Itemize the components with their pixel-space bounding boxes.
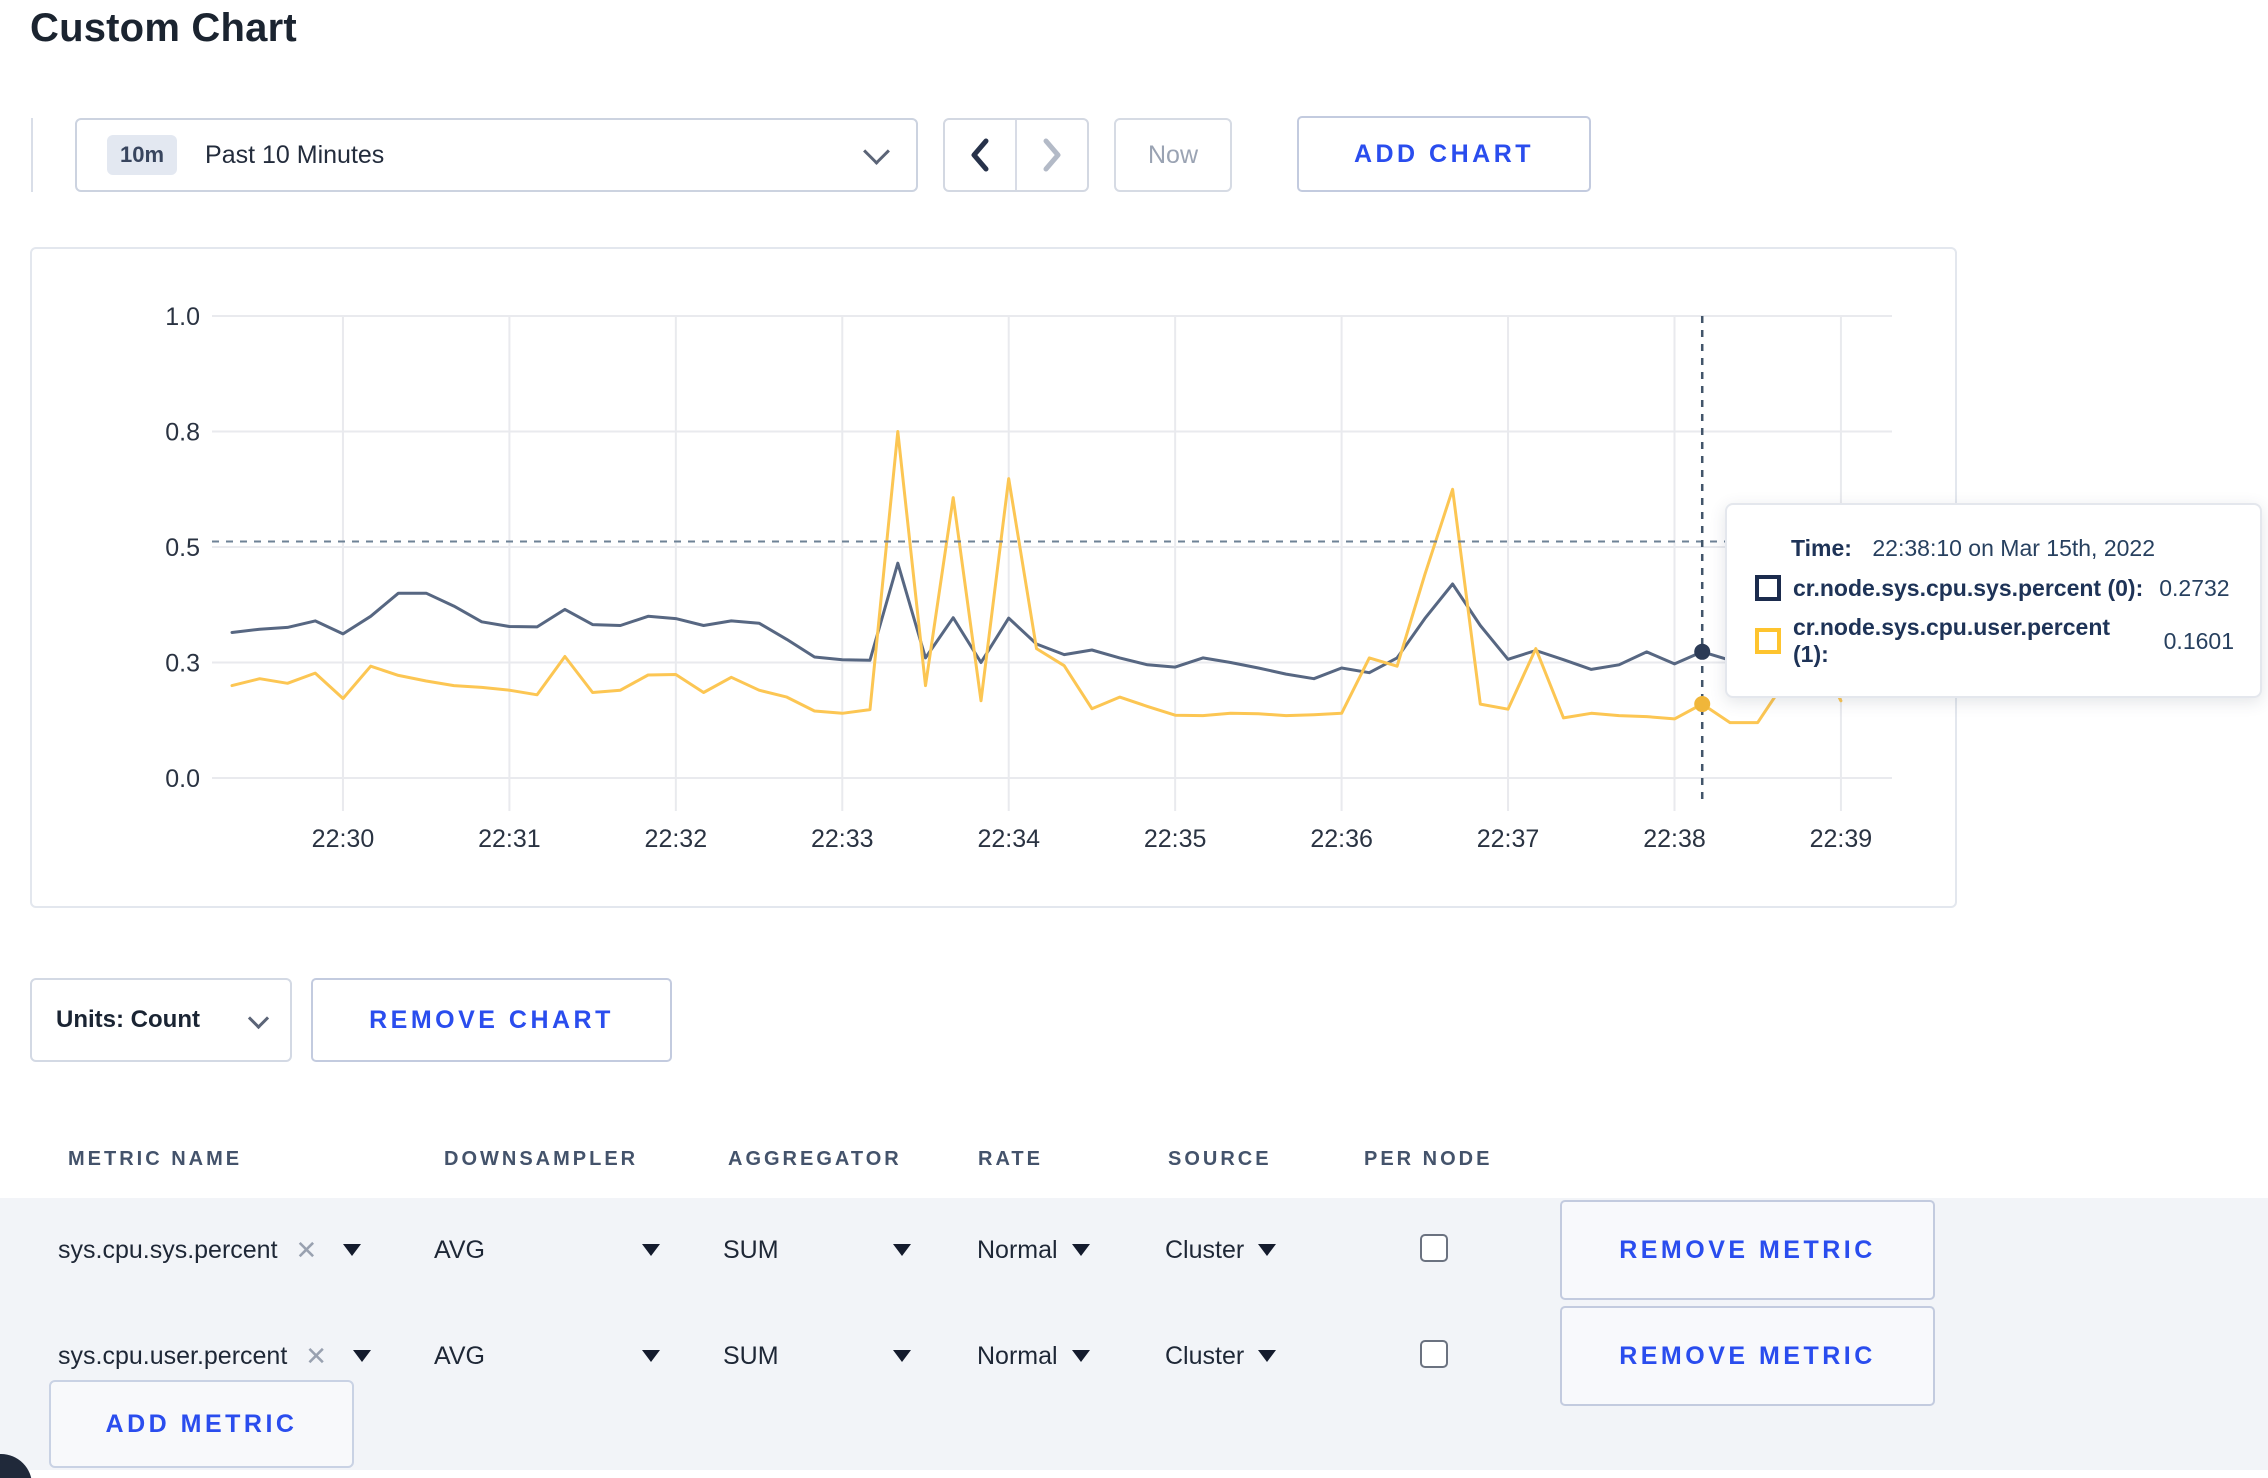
- tooltip-series-value: 0.1601: [2163, 627, 2234, 654]
- downsampler-value: AVG: [434, 1235, 485, 1264]
- col-header-per-node: PER NODE: [1364, 1148, 1493, 1170]
- svg-text:22:37: 22:37: [1477, 825, 1540, 853]
- custom-chart-page: Custom Chart 10m Past 10 Minutes Now ADD…: [0, 0, 2268, 1478]
- aggregator-select[interactable]: SUM: [723, 1330, 911, 1382]
- add-chart-button[interactable]: ADD CHART: [1297, 116, 1591, 192]
- downsampler-select[interactable]: AVG: [434, 1330, 660, 1382]
- controls-divider: [31, 118, 33, 192]
- chevron-left-icon: [971, 138, 989, 172]
- remove-tag-icon[interactable]: ✕: [296, 1235, 318, 1266]
- source-value: Cluster: [1165, 1341, 1245, 1370]
- svg-text:22:31: 22:31: [478, 825, 541, 853]
- caret-down-icon: [353, 1350, 372, 1362]
- remove-metric-button[interactable]: REMOVE METRIC: [1560, 1306, 1935, 1406]
- caret-down-icon: [893, 1244, 911, 1256]
- aggregator-value: SUM: [723, 1341, 779, 1370]
- metrics-table-header: [0, 1125, 2268, 1198]
- rate-select[interactable]: Normal: [977, 1330, 1090, 1382]
- col-header-downsampler: DOWNSAMPLER: [444, 1148, 639, 1170]
- svg-text:22:38: 22:38: [1643, 825, 1706, 853]
- remove-metric-button[interactable]: REMOVE METRIC: [1560, 1200, 1935, 1300]
- sys-series-swatch-icon: [1755, 575, 1781, 601]
- time-range-label: Past 10 Minutes: [205, 140, 385, 169]
- page-title: Custom Chart: [30, 6, 297, 50]
- svg-text:22:30: 22:30: [312, 825, 375, 853]
- rate-value: Normal: [977, 1235, 1058, 1264]
- svg-text:22:35: 22:35: [1144, 825, 1207, 853]
- svg-text:0.3: 0.3: [165, 650, 200, 678]
- svg-text:0.0: 0.0: [165, 765, 200, 793]
- caret-down-icon: [642, 1350, 660, 1362]
- tooltip-series-label: cr.node.sys.cpu.user.percent (1):: [1793, 614, 2111, 667]
- tooltip-time-value: 22:38:10 on Mar 15th, 2022: [1872, 535, 2155, 561]
- aggregator-value: SUM: [723, 1235, 779, 1264]
- col-header-aggregator: AGGREGATOR: [728, 1148, 902, 1170]
- chart-card: 0.0 0.3 0.5 0.8 1.0 22:30 22:31 22:32 22:33 22:34…: [30, 247, 1957, 908]
- add-metric-button[interactable]: ADD METRIC: [49, 1380, 354, 1468]
- source-select[interactable]: Cluster: [1165, 1224, 1277, 1276]
- svg-text:1.0: 1.0: [165, 303, 200, 331]
- prev-time-button[interactable]: [945, 120, 1015, 190]
- svg-text:22:39: 22:39: [1810, 825, 1873, 853]
- col-header-source: SOURCE: [1168, 1148, 1272, 1170]
- svg-text:22:33: 22:33: [811, 825, 874, 853]
- user-series-swatch-icon: [1755, 628, 1781, 654]
- rate-value: Normal: [977, 1341, 1058, 1370]
- per-node-checkbox[interactable]: [1420, 1340, 1448, 1368]
- source-select[interactable]: Cluster: [1165, 1330, 1277, 1382]
- units-label: Units: Count: [56, 1006, 200, 1033]
- source-value: Cluster: [1165, 1235, 1245, 1264]
- chart-tooltip: Time: 22:38:10 on Mar 15th, 2022 cr.node…: [1725, 503, 2262, 698]
- svg-text:22:32: 22:32: [645, 825, 708, 853]
- tooltip-series-label: cr.node.sys.cpu.sys.percent (0):: [1793, 574, 2144, 601]
- per-node-checkbox[interactable]: [1420, 1234, 1448, 1262]
- cpu-percent-chart[interactable]: 0.0 0.3 0.5 0.8 1.0 22:30 22:31 22:32 22:33 22:34…: [32, 249, 1955, 906]
- downsampler-value: AVG: [434, 1341, 485, 1370]
- metric-name-text: sys.cpu.sys.percent: [58, 1235, 278, 1264]
- tooltip-time-row: Time: 22:38:10 on Mar 15th, 2022: [1791, 535, 2234, 562]
- col-header-metric-name: METRIC NAME: [68, 1148, 243, 1170]
- remove-chart-button[interactable]: REMOVE CHART: [311, 978, 672, 1062]
- tooltip-series-value: 0.2732: [2159, 574, 2230, 601]
- caret-down-icon: [893, 1350, 911, 1362]
- next-time-button[interactable]: [1015, 120, 1087, 190]
- rate-select[interactable]: Normal: [977, 1224, 1090, 1276]
- tooltip-series-row: cr.node.sys.cpu.user.percent (1): 0.1601: [1755, 614, 2234, 668]
- caret-down-icon: [343, 1244, 362, 1256]
- svg-text:22:36: 22:36: [1310, 825, 1373, 853]
- col-header-rate: RATE: [978, 1148, 1043, 1170]
- time-range-select[interactable]: 10m Past 10 Minutes: [75, 118, 918, 192]
- svg-text:22:34: 22:34: [977, 825, 1040, 853]
- time-range-badge: 10m: [107, 135, 178, 175]
- svg-text:0.8: 0.8: [165, 419, 200, 447]
- svg-text:0.5: 0.5: [165, 534, 200, 562]
- tooltip-series-row: cr.node.sys.cpu.sys.percent (0): 0.2732: [1755, 575, 2234, 602]
- caret-down-icon: [1071, 1244, 1090, 1256]
- time-nav-group: [943, 118, 1089, 192]
- caret-down-icon: [1258, 1244, 1277, 1256]
- metric-name-select[interactable]: sys.cpu.user.percent ✕: [58, 1330, 372, 1382]
- units-select[interactable]: Units: Count: [30, 978, 292, 1062]
- metric-name-select[interactable]: sys.cpu.sys.percent ✕: [58, 1224, 362, 1276]
- chevron-down-icon: [247, 1007, 270, 1029]
- chevron-down-icon: [863, 137, 890, 165]
- downsampler-select[interactable]: AVG: [434, 1224, 660, 1276]
- remove-tag-icon[interactable]: ✕: [305, 1341, 327, 1372]
- now-button[interactable]: Now: [1114, 118, 1232, 192]
- aggregator-select[interactable]: SUM: [723, 1224, 911, 1276]
- caret-down-icon: [642, 1244, 660, 1256]
- caret-down-icon: [1258, 1350, 1277, 1362]
- metric-name-text: sys.cpu.user.percent: [58, 1341, 288, 1370]
- tooltip-time-label: Time:: [1791, 535, 1852, 561]
- chevron-right-icon: [1043, 138, 1061, 172]
- caret-down-icon: [1071, 1350, 1090, 1362]
